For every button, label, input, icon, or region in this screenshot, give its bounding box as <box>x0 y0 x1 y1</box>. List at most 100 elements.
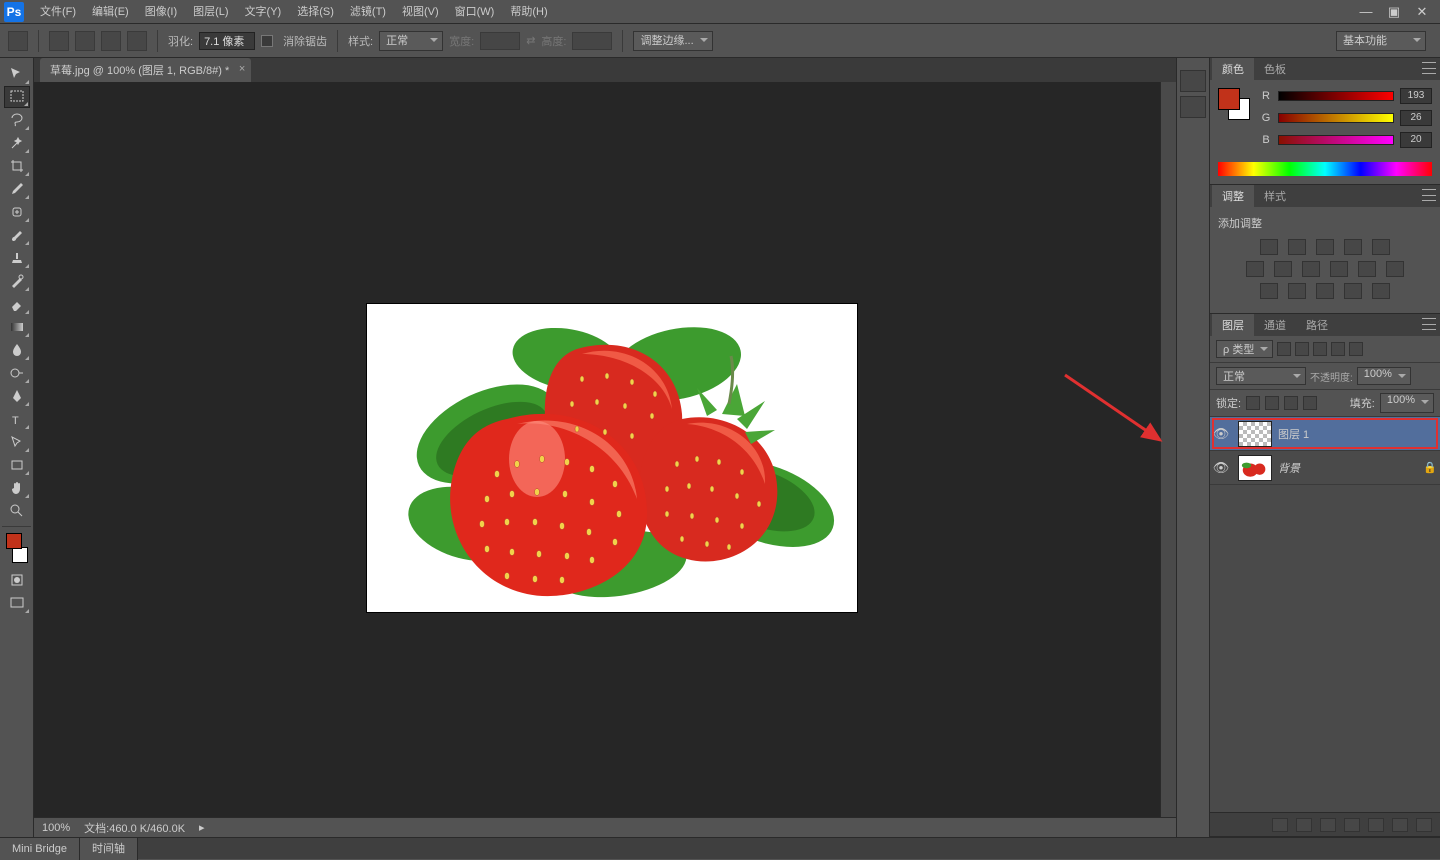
adj-colorlookup-icon[interactable] <box>1386 261 1404 277</box>
magic-wand-tool[interactable] <box>4 132 30 154</box>
close-tab-icon[interactable]: × <box>239 63 245 75</box>
adj-hue-icon[interactable] <box>1246 261 1264 277</box>
vertical-scrollbar[interactable] <box>1160 82 1176 837</box>
layer-fx-icon[interactable] <box>1296 818 1312 832</box>
adj-selectivecolor-icon[interactable] <box>1372 283 1390 299</box>
menu-type[interactable]: 文字(Y) <box>237 0 290 24</box>
filter-type-icon[interactable] <box>1313 342 1327 356</box>
layer-row[interactable]: 👁 图层 1 <box>1210 417 1440 451</box>
color-swatch[interactable] <box>1218 88 1250 120</box>
panel-menu-icon[interactable] <box>1422 318 1436 330</box>
tab-color[interactable]: 颜色 <box>1212 58 1254 80</box>
layer-thumbnail[interactable] <box>1238 421 1272 447</box>
delete-layer-icon[interactable] <box>1416 818 1432 832</box>
refine-edge-button[interactable]: 调整边缘... <box>633 31 713 51</box>
panel-menu-icon[interactable] <box>1422 189 1436 201</box>
marquee-tool[interactable] <box>4 86 30 108</box>
menu-window[interactable]: 窗口(W) <box>447 0 503 24</box>
document-tab[interactable]: 草莓.jpg @ 100% (图层 1, RGB/8#) * × <box>40 58 251 82</box>
tab-timeline[interactable]: 时间轴 <box>80 838 138 860</box>
crop-tool[interactable] <box>4 155 30 177</box>
color-swatches[interactable] <box>4 533 30 563</box>
clone-stamp-tool[interactable] <box>4 247 30 269</box>
menu-filter[interactable]: 滤镜(T) <box>342 0 394 24</box>
tab-swatches[interactable]: 色板 <box>1254 58 1296 80</box>
selection-new-icon[interactable] <box>49 31 69 51</box>
close-button[interactable]: ✕ <box>1408 2 1436 22</box>
canvas[interactable] <box>367 304 857 612</box>
lock-position-icon[interactable] <box>1284 396 1298 410</box>
visibility-icon[interactable]: 👁 <box>1210 426 1232 442</box>
layer-name[interactable]: 图层 1 <box>1278 426 1440 442</box>
screenmode-tool[interactable] <box>4 592 30 614</box>
tab-paths[interactable]: 路径 <box>1296 314 1338 336</box>
b-value[interactable]: 20 <box>1400 132 1432 148</box>
adj-vibrance-icon[interactable] <box>1372 239 1390 255</box>
layer-kind-dropdown[interactable]: ρ 类型 <box>1216 340 1273 358</box>
dodge-tool[interactable] <box>4 362 30 384</box>
g-slider[interactable] <box>1278 113 1394 123</box>
new-fill-icon[interactable] <box>1344 818 1360 832</box>
properties-panel-icon[interactable] <box>1180 96 1206 118</box>
antialias-checkbox[interactable] <box>261 35 273 47</box>
tool-preset-icon[interactable] <box>8 31 28 51</box>
eyedropper-tool[interactable] <box>4 178 30 200</box>
type-tool[interactable]: T <box>4 408 30 430</box>
doc-info[interactable]: 文档:460.0 K/460.0K <box>84 820 185 836</box>
panel-menu-icon[interactable] <box>1422 62 1436 74</box>
adj-levels-icon[interactable] <box>1288 239 1306 255</box>
layer-mask-icon[interactable] <box>1320 818 1336 832</box>
selection-intersect-icon[interactable] <box>127 31 147 51</box>
shape-tool[interactable] <box>4 454 30 476</box>
style-dropdown[interactable]: 正常 <box>379 31 443 51</box>
path-selection-tool[interactable] <box>4 431 30 453</box>
opacity-input[interactable]: 100% <box>1357 367 1411 385</box>
lasso-tool[interactable] <box>4 109 30 131</box>
adj-bw-icon[interactable] <box>1302 261 1320 277</box>
new-layer-icon[interactable] <box>1392 818 1408 832</box>
lock-transparent-icon[interactable] <box>1246 396 1260 410</box>
blend-mode-dropdown[interactable]: 正常 <box>1216 367 1306 385</box>
history-panel-icon[interactable] <box>1180 70 1206 92</box>
adj-brightness-icon[interactable] <box>1260 239 1278 255</box>
hand-tool[interactable] <box>4 477 30 499</box>
lock-all-icon[interactable] <box>1303 396 1317 410</box>
eraser-tool[interactable] <box>4 293 30 315</box>
move-tool[interactable] <box>4 63 30 85</box>
selection-add-icon[interactable] <box>75 31 95 51</box>
tab-channels[interactable]: 通道 <box>1254 314 1296 336</box>
selection-subtract-icon[interactable] <box>101 31 121 51</box>
maximize-button[interactable]: ▣ <box>1380 2 1408 22</box>
workspace-dropdown[interactable]: 基本功能 <box>1336 31 1426 51</box>
layer-thumbnail[interactable] <box>1238 455 1272 481</box>
menu-file[interactable]: 文件(F) <box>32 0 84 24</box>
zoom-tool[interactable] <box>4 500 30 522</box>
adj-invert-icon[interactable] <box>1260 283 1278 299</box>
b-slider[interactable] <box>1278 135 1394 145</box>
adj-photofilter-icon[interactable] <box>1330 261 1348 277</box>
lock-image-icon[interactable] <box>1265 396 1279 410</box>
brush-tool[interactable] <box>4 224 30 246</box>
adj-gradientmap-icon[interactable] <box>1344 283 1362 299</box>
g-value[interactable]: 26 <box>1400 110 1432 126</box>
r-value[interactable]: 193 <box>1400 88 1432 104</box>
adj-posterize-icon[interactable] <box>1288 283 1306 299</box>
visibility-icon[interactable]: 👁 <box>1210 460 1232 476</box>
pen-tool[interactable] <box>4 385 30 407</box>
layer-name[interactable]: 背景 <box>1278 460 1420 476</box>
color-spectrum[interactable] <box>1218 162 1432 176</box>
filter-smart-icon[interactable] <box>1349 342 1363 356</box>
canvas-viewport[interactable] <box>34 82 1176 837</box>
quickmask-tool[interactable] <box>4 569 30 591</box>
tab-adjustments[interactable]: 调整 <box>1212 185 1254 207</box>
menu-select[interactable]: 选择(S) <box>289 0 342 24</box>
adj-colorbalance-icon[interactable] <box>1274 261 1292 277</box>
r-slider[interactable] <box>1278 91 1394 101</box>
menu-edit[interactable]: 编辑(E) <box>84 0 137 24</box>
blur-tool[interactable] <box>4 339 30 361</box>
adj-curves-icon[interactable] <box>1316 239 1334 255</box>
tab-minibridge[interactable]: Mini Bridge <box>0 838 80 860</box>
history-brush-tool[interactable] <box>4 270 30 292</box>
new-group-icon[interactable] <box>1368 818 1384 832</box>
minimize-button[interactable]: — <box>1352 2 1380 22</box>
